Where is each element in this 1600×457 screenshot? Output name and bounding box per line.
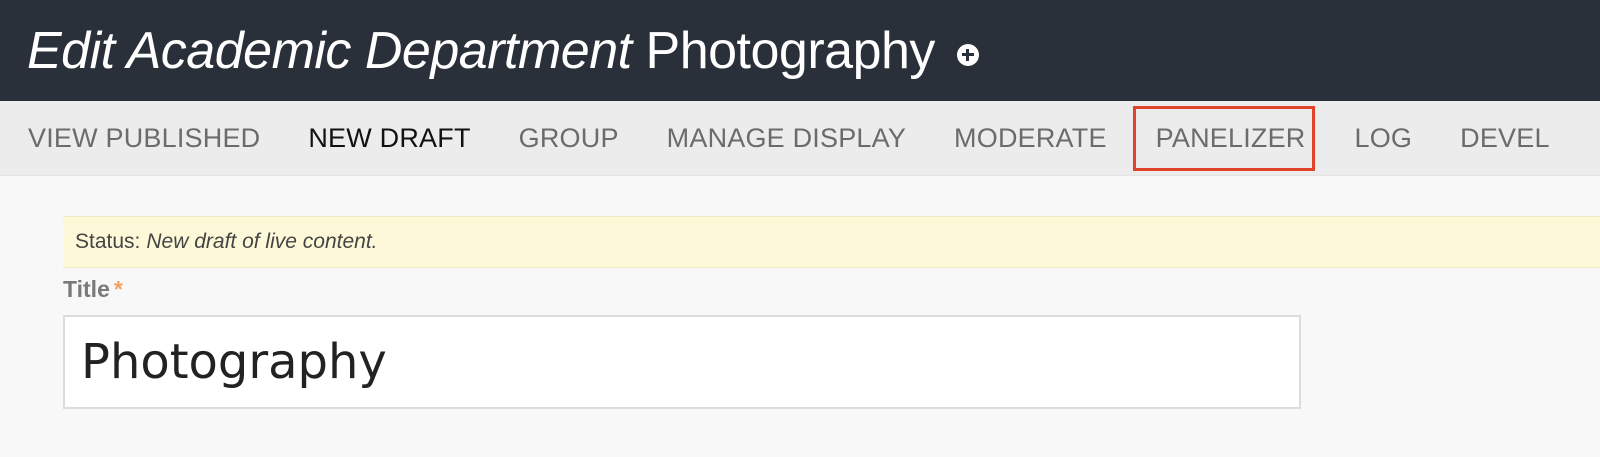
page-header: Edit Academic Department Photography <box>0 0 1600 101</box>
tab-moderate[interactable]: MODERATE <box>954 123 1107 154</box>
tab-group[interactable]: GROUP <box>519 123 619 154</box>
secondary-tabs: VIEW PUBLISHED NEW DRAFT GROUP MANAGE DI… <box>0 101 1600 176</box>
tab-new-draft[interactable]: NEW DRAFT <box>308 123 470 154</box>
tab-panelizer[interactable]: PANELIZER <box>1132 105 1315 171</box>
tab-devel[interactable]: DEVEL <box>1460 123 1550 154</box>
title-label-text: Title <box>63 276 110 302</box>
main-content: Status: New draft of live content. Title… <box>0 176 1600 457</box>
title-field-label: Title * <box>63 276 123 303</box>
tab-manage-display[interactable]: MANAGE DISPLAY <box>667 123 906 154</box>
plus-circle-icon[interactable] <box>956 43 979 66</box>
page-title-name: Photography <box>645 21 936 80</box>
status-message: Status: New draft of live content. <box>63 216 1600 268</box>
tab-view-published[interactable]: VIEW PUBLISHED <box>28 123 260 154</box>
page-title-action: Edit Academic Department <box>27 21 632 80</box>
title-input[interactable] <box>63 315 1301 409</box>
status-label: Status: <box>75 230 141 253</box>
required-marker: * <box>113 276 123 302</box>
page-title: Edit Academic Department Photography <box>27 21 935 81</box>
status-value: New draft of live content. <box>146 230 378 253</box>
tab-log[interactable]: LOG <box>1355 123 1413 154</box>
